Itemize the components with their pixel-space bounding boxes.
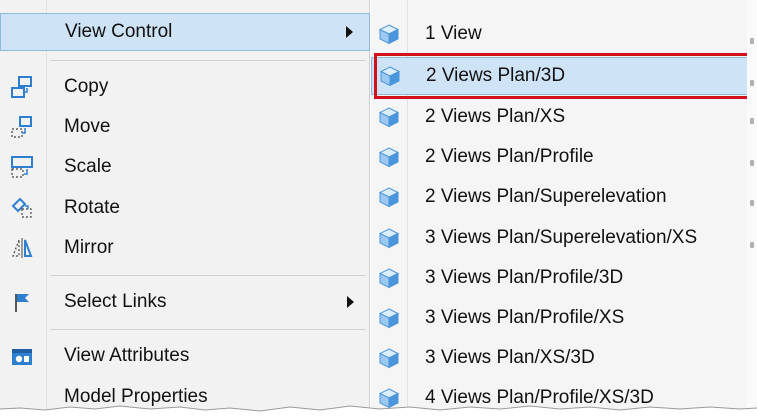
cube-icon: [378, 347, 400, 369]
submenu-item-3-views-plan-profile-xs[interactable]: 3 Views Plan/Profile/XS: [371, 299, 757, 337]
window-edge: [747, 0, 757, 417]
menu-separator: [50, 329, 366, 330]
menu-item-view-control[interactable]: View Control: [0, 13, 370, 51]
select-links-icon: [10, 290, 34, 314]
cube-icon: [378, 186, 400, 208]
menu-separator: [50, 60, 366, 61]
submenu-item-3-views-plan-superelevation-xs[interactable]: 3 Views Plan/Superelevation/XS: [371, 219, 757, 257]
submenu-item-2-views-plan-3d[interactable]: 2 Views Plan/3D: [371, 57, 757, 95]
edge-marker: [750, 160, 754, 166]
torn-edge: [0, 405, 757, 417]
submenu-item-label: 3 Views Plan/Superelevation/XS: [425, 227, 698, 248]
submenu-arrow-icon: [346, 26, 353, 38]
submenu-item-3-views-plan-xs-3d[interactable]: 3 Views Plan/XS/3D: [371, 339, 757, 377]
cube-icon: [379, 65, 401, 87]
edge-marker: [750, 38, 754, 44]
menu-item-label: Rotate: [64, 197, 120, 218]
cube-icon: [378, 106, 400, 128]
move-icon: [10, 115, 34, 139]
menu-item-rotate[interactable]: Rotate: [0, 189, 370, 227]
menu-item-move[interactable]: Move: [0, 108, 370, 146]
cube-icon: [378, 23, 400, 45]
menu-item-label: View Attributes: [64, 345, 190, 366]
cube-icon: [378, 227, 400, 249]
edge-marker: [750, 118, 754, 124]
menu-item-scale[interactable]: Scale: [0, 148, 370, 186]
submenu-arrow-icon: [347, 296, 354, 308]
submenu-item-label: 3 Views Plan/XS/3D: [425, 347, 595, 368]
submenu-item-2-views-plan-xs[interactable]: 2 Views Plan/XS: [371, 98, 757, 136]
menu-item-label: Move: [64, 116, 111, 137]
menu-separator: [50, 275, 366, 276]
submenu-item-2-views-plan-superelevation[interactable]: 2 Views Plan/Superelevation: [371, 178, 757, 216]
menu-item-copy[interactable]: Copy: [0, 68, 370, 106]
cube-icon: [378, 146, 400, 168]
submenu-item-label: 3 Views Plan/Profile/XS: [425, 307, 625, 328]
mirror-icon: [10, 236, 34, 260]
menu-item-label: View Control: [65, 21, 173, 42]
submenu-item-label: 2 Views Plan/Profile: [425, 146, 594, 167]
menu-item-label: Select Links: [64, 291, 167, 312]
submenu-item-label: 2 Views Plan/3D: [426, 65, 566, 86]
submenu-item-label: 1 View: [425, 23, 482, 44]
rotate-icon: [10, 196, 34, 220]
context-menu: View Control Copy Move Scale Rotate Mirr…: [0, 0, 370, 417]
cube-icon: [378, 307, 400, 329]
edge-marker: [750, 200, 754, 206]
menu-item-mirror[interactable]: Mirror: [0, 229, 370, 267]
submenu-item-label: 2 Views Plan/XS: [425, 106, 566, 127]
context-menu-screenshot: View Control Copy Move Scale Rotate Mirr…: [0, 0, 757, 417]
menu-item-label: Copy: [64, 76, 109, 97]
copy-icon: [10, 75, 34, 99]
submenu-item-label: 3 Views Plan/Profile/3D: [425, 267, 624, 288]
scale-icon: [10, 155, 34, 179]
view-control-submenu: 1 View 2 Views Plan/3D 2 Views Plan/XS 2…: [371, 0, 757, 417]
submenu-item-label: 2 Views Plan/Superelevation: [425, 186, 667, 207]
submenu-item-1-view[interactable]: 1 View: [371, 15, 757, 53]
edge-marker: [750, 242, 754, 248]
edge-marker: [750, 80, 754, 86]
submenu-item-2-views-plan-profile[interactable]: 2 Views Plan/Profile: [371, 138, 757, 176]
submenu-item-3-views-plan-profile-3d[interactable]: 3 Views Plan/Profile/3D: [371, 259, 757, 297]
menu-item-label: Scale: [64, 156, 112, 177]
cube-icon: [378, 267, 400, 289]
view-attributes-icon: [10, 344, 34, 368]
menu-item-view-attributes[interactable]: View Attributes: [0, 337, 370, 375]
menu-item-label: Mirror: [64, 237, 114, 258]
menu-item-select-links[interactable]: Select Links: [0, 283, 370, 321]
